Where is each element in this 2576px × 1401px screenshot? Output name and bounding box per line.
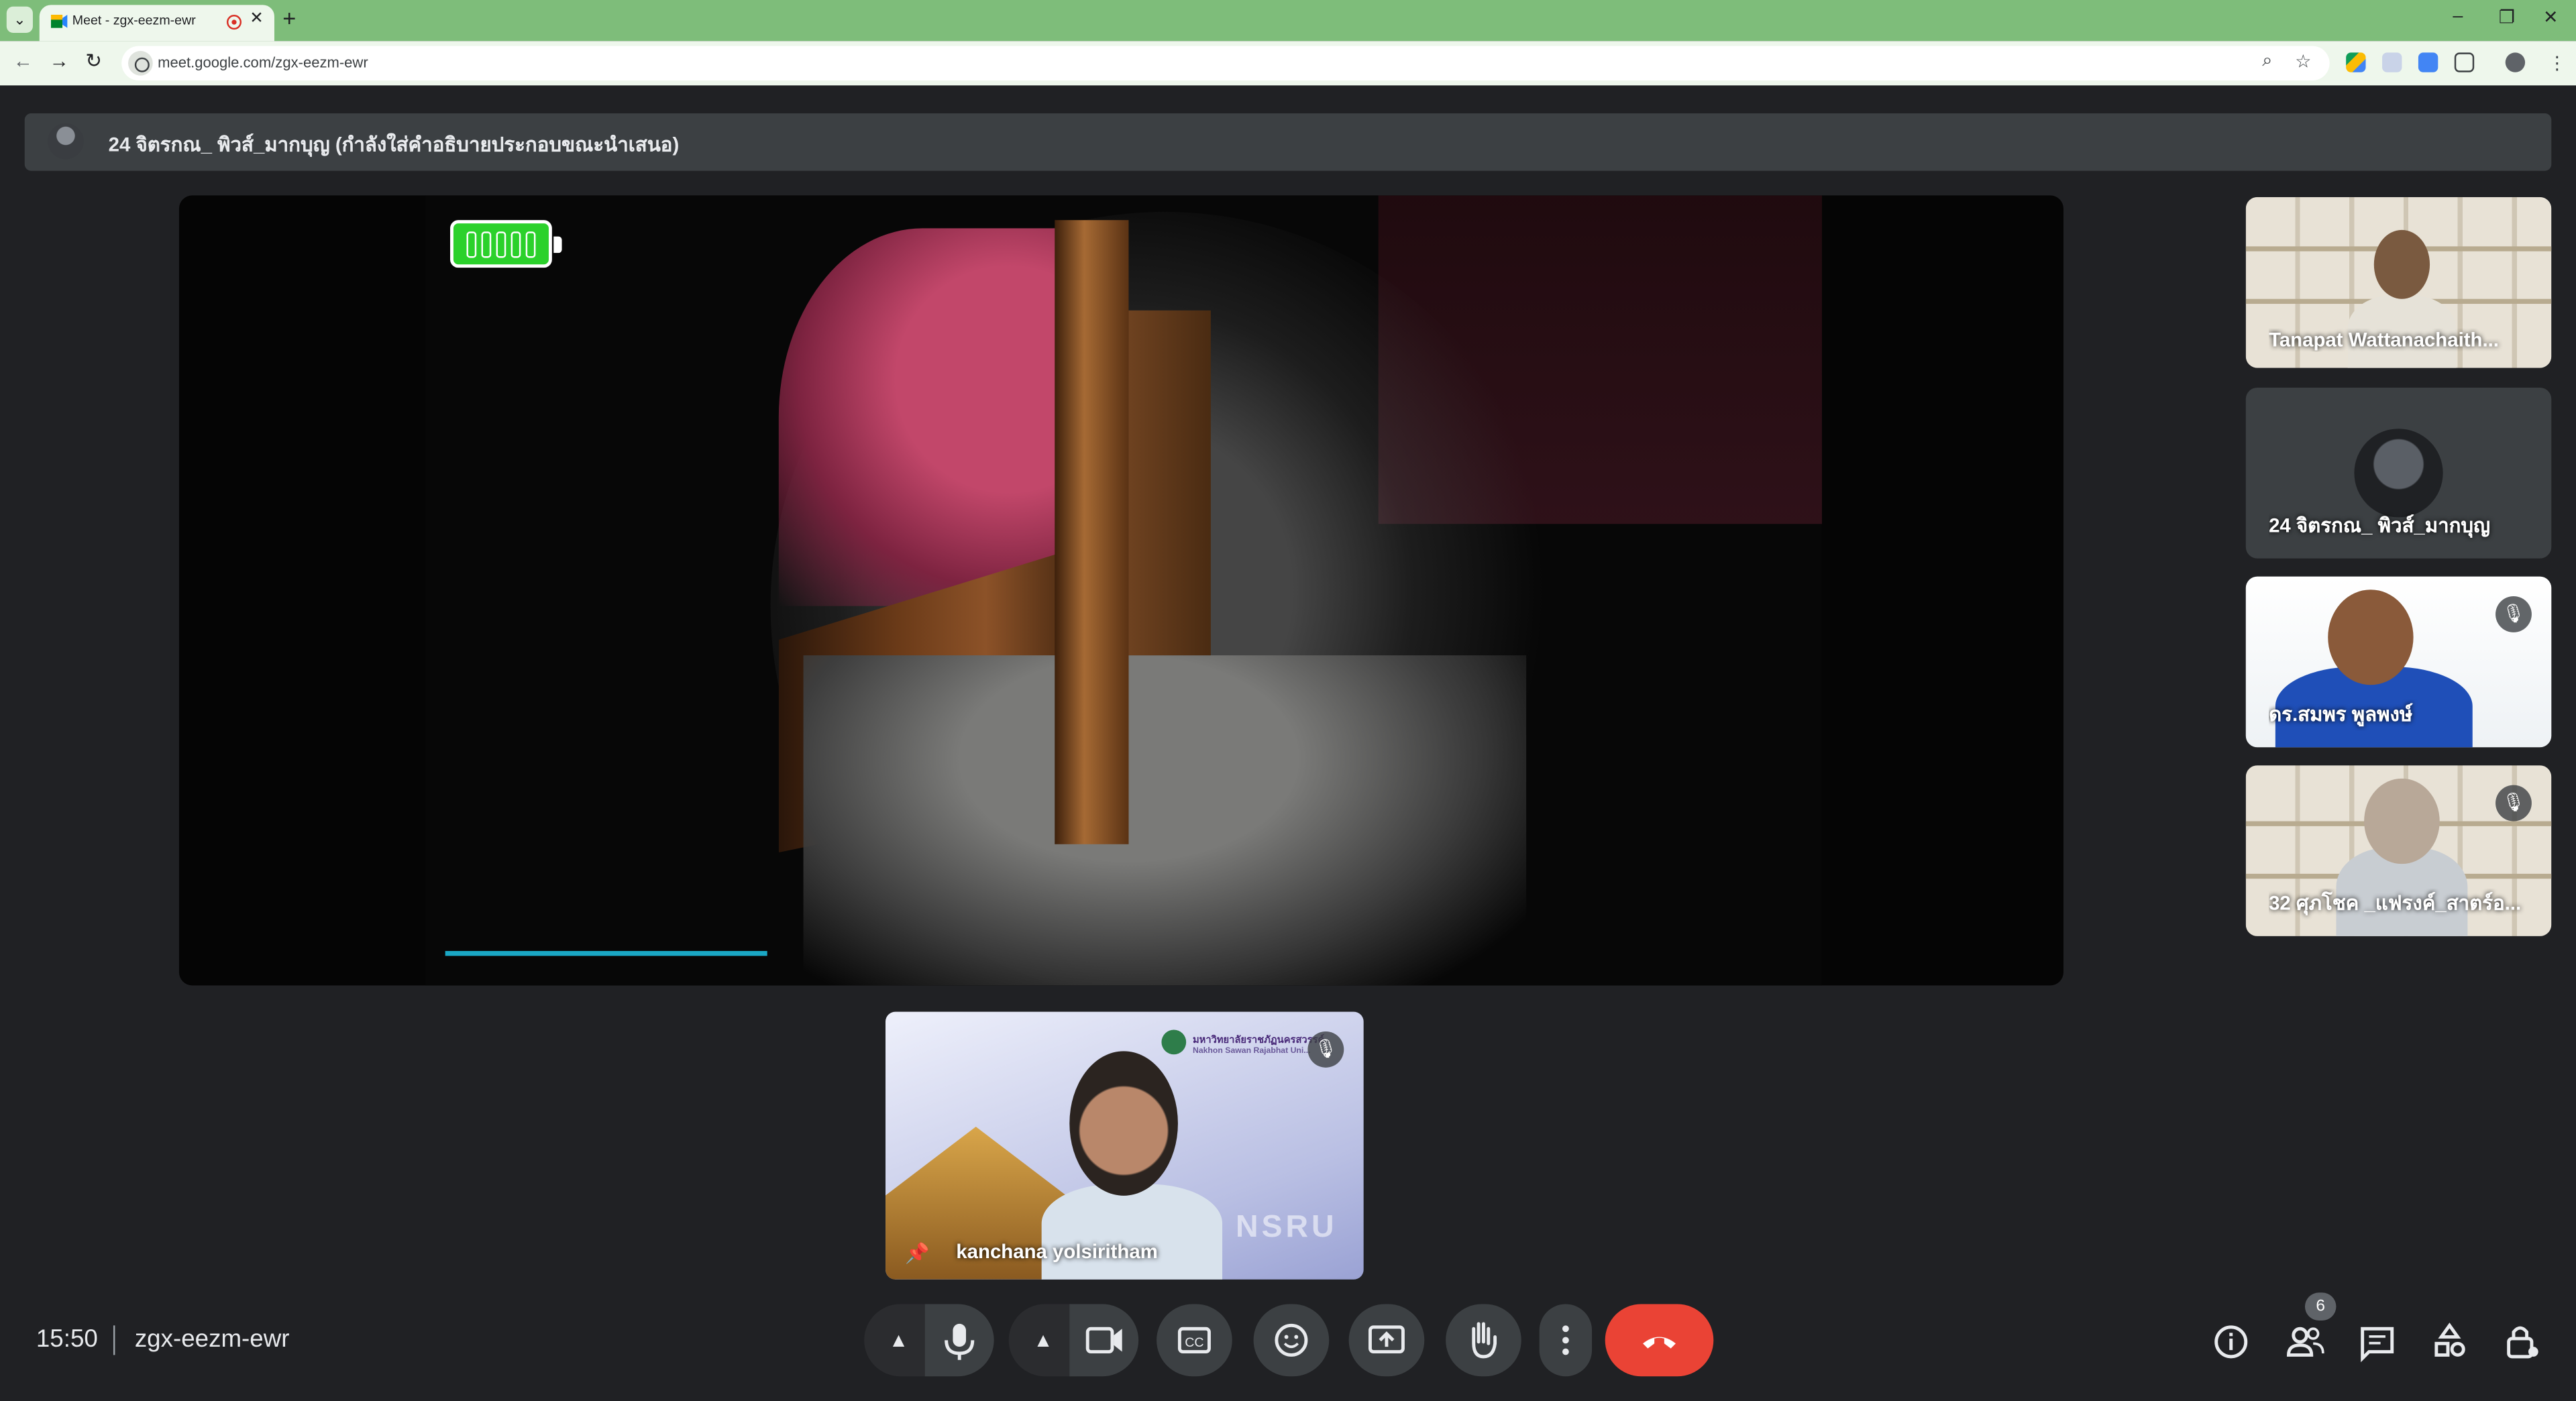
presenter-banner-text: 24 จิตรกณ_ พิวส์_มากบุญ (กำลังใส่คำอธิบา…	[108, 133, 680, 156]
audio-options-button[interactable]: ▲	[864, 1304, 934, 1377]
participant-face	[2364, 778, 2440, 864]
tab-search-chevron-icon[interactable]: ⌄	[6, 6, 33, 33]
back-button[interactable]: ←	[13, 49, 33, 72]
pin-icon[interactable]: 📌	[905, 1241, 930, 1264]
emoji-icon	[1275, 1323, 1308, 1357]
mic-off-icon: 🎙	[1307, 1031, 1344, 1068]
captions-icon: CC	[1177, 1327, 1211, 1353]
svg-text:CC: CC	[1185, 1335, 1203, 1350]
self-face	[1069, 1051, 1178, 1196]
browser-toolbar: ← → ↻ meet.google.com/zgx-eezm-ewr ⌕ ☆ ⋮	[0, 41, 2576, 86]
hangup-icon	[1643, 1337, 1676, 1349]
close-window-button[interactable]: ✕	[2543, 7, 2559, 27]
translate-extension-icon[interactable]	[2418, 52, 2438, 72]
participant-tile[interactable]: 24 จิตรกณ_ พิวส์_มากบุญ	[2245, 387, 2552, 559]
participant-name: 32 ศุภโชค _แฟรงค์_สาตร์อ...	[2269, 891, 2522, 915]
microphone-icon	[945, 1323, 975, 1360]
address-bar[interactable]: meet.google.com/zgx-eezm-ewr ⌕ ☆	[121, 46, 2330, 81]
meeting-code: zgx-eezm-ewr	[134, 1325, 290, 1353]
host-controls-button[interactable]	[2497, 1317, 2546, 1366]
self-view-tile[interactable]: มหาวิทยาลัยราชภัฏนครสวรรค์ Nakhon Sawan …	[885, 1011, 1364, 1280]
game-scene	[425, 195, 1822, 986]
mic-off-icon: 🎙	[2496, 785, 2532, 822]
participant-face	[2373, 229, 2430, 299]
more-options-button[interactable]	[1539, 1304, 1593, 1377]
leave-call-button[interactable]	[1605, 1304, 1714, 1377]
participant-tile[interactable]: 🎙 ดร.สมพร พูลพงษ์	[2245, 576, 2552, 748]
extension-icon[interactable]	[2382, 52, 2402, 72]
extensions-puzzle-icon[interactable]	[2454, 52, 2475, 72]
tab-strip: ⌄ Meet - zgx-eezm-ewr ✕ + – ❐ ✕	[0, 0, 2576, 42]
tab-meet[interactable]: Meet - zgx-eezm-ewr ✕	[39, 5, 274, 42]
site-info-icon[interactable]	[128, 50, 153, 76]
scene-floor	[803, 655, 1527, 986]
chat-icon	[2361, 1327, 2394, 1363]
logo-subtext: Nakhon Sawan Rajabhat Uni...	[1192, 1046, 1311, 1056]
participant-name: 24 จิตรกณ_ พิวส์_มากบุญ	[2269, 514, 2491, 537]
scene-door-frame	[1055, 220, 1129, 844]
recording-indicator-icon	[226, 15, 242, 30]
captions-button[interactable]: CC	[1157, 1304, 1232, 1377]
lock-person-icon	[2507, 1326, 2538, 1359]
participant-name: Tanapat Wattanachaith...	[2269, 328, 2499, 352]
camera-button[interactable]	[1069, 1304, 1139, 1377]
presenter-banner: 24 จิตรกณ_ พิวส์_มากบุญ (กำลังใส่คำอธิบา…	[24, 113, 2552, 171]
divider	[113, 1325, 115, 1355]
zoom-icon[interactable]: ⌕	[2262, 51, 2272, 72]
chrome-menu-icon[interactable]: ⋮	[2548, 52, 2566, 74]
university-logo-icon	[1161, 1029, 1187, 1055]
participant-avatar	[2354, 429, 2443, 518]
reload-button[interactable]: ↻	[85, 49, 102, 72]
shared-screen[interactable]	[178, 195, 2063, 986]
meeting-time: 15:50	[36, 1325, 98, 1353]
video-options-button[interactable]: ▲	[1008, 1304, 1078, 1377]
activities-icon	[2434, 1323, 2465, 1357]
minimize-button[interactable]: –	[2453, 7, 2463, 26]
camera-icon	[1085, 1327, 1122, 1353]
drive-extension-icon[interactable]	[2346, 52, 2366, 72]
profile-avatar[interactable]	[2505, 52, 2526, 72]
more-vert-icon	[1562, 1325, 1569, 1355]
mic-off-icon: 🎙	[2496, 596, 2532, 632]
bookmark-star-icon[interactable]: ☆	[2295, 51, 2311, 72]
activities-button[interactable]	[2425, 1317, 2474, 1366]
forward-button[interactable]: →	[49, 49, 68, 72]
meeting-details-button[interactable]	[2206, 1317, 2255, 1366]
scene-pink-wall	[778, 228, 1067, 606]
tab-close-button[interactable]: ✕	[250, 10, 264, 28]
url-text: meet.google.com/zgx-eezm-ewr	[158, 54, 368, 71]
microphone-button[interactable]	[924, 1304, 994, 1377]
participant-tile[interactable]: 🎙 32 ศุภโชค _แฟรงค์_สาตร์อ...	[2245, 765, 2552, 936]
info-icon	[2214, 1325, 2248, 1359]
present-screen-button[interactable]	[1348, 1304, 1425, 1377]
reactions-button[interactable]	[1253, 1304, 1330, 1377]
people-icon	[2287, 1327, 2324, 1357]
nsru-watermark: NSRU	[1236, 1210, 1338, 1245]
tab-title: Meet - zgx-eezm-ewr	[72, 13, 196, 28]
restore-button[interactable]: ❐	[2499, 7, 2515, 27]
self-name: kanchana yolsiritham	[956, 1239, 1158, 1264]
hand-icon	[1472, 1322, 1497, 1359]
meet-favicon-icon	[50, 15, 68, 28]
participant-tile[interactable]: Tanapat Wattanachaith...	[2245, 197, 2552, 368]
presenter-avatar	[48, 123, 84, 160]
participant-face	[2328, 590, 2414, 685]
scene-door	[1128, 310, 1211, 656]
loading-bar	[445, 950, 767, 956]
logo-text: มหาวิทยาลัยราชภัฏนครสวรรค์	[1192, 1036, 1325, 1047]
participant-name: ดร.สมพร พูลพงษ์	[2269, 703, 2413, 726]
people-button[interactable]	[2280, 1317, 2329, 1366]
people-count-badge: 6	[2304, 1292, 2337, 1321]
battery-icon	[450, 220, 562, 268]
new-tab-button[interactable]: +	[282, 5, 296, 31]
present-icon	[1368, 1325, 1405, 1353]
chat-button[interactable]	[2353, 1317, 2402, 1366]
raise-hand-button[interactable]	[1446, 1304, 1521, 1377]
